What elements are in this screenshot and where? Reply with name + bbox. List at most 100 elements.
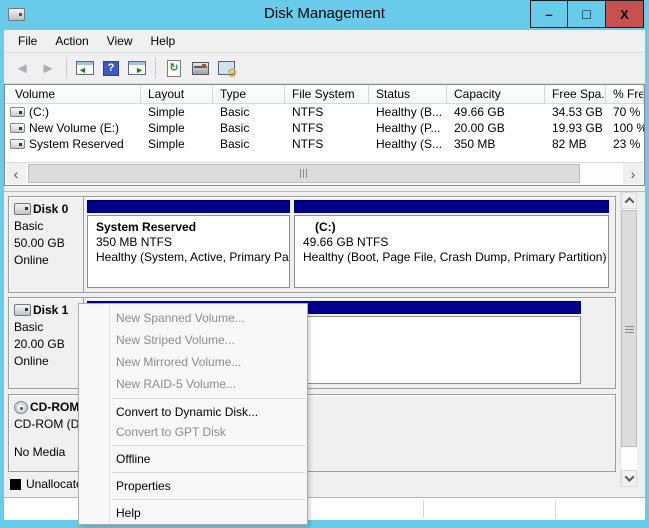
- close-button[interactable]: X: [606, 0, 644, 28]
- partition-body[interactable]: System Reserved 350 MB NTFS Healthy (Sys…: [87, 215, 290, 288]
- help-button[interactable]: ?: [99, 56, 123, 80]
- forward-button[interactable]: ►: [36, 56, 60, 80]
- partition-health: Healthy (Boot, Page File, Crash Dump, Pr…: [303, 250, 608, 265]
- volume-name: (C:): [29, 105, 49, 119]
- menu-file[interactable]: File: [9, 32, 46, 50]
- menu-separator: [112, 445, 305, 446]
- volume-icon: [10, 107, 25, 117]
- scroll-right-arrow[interactable]: ›: [623, 163, 643, 184]
- menu-view[interactable]: View: [98, 32, 142, 50]
- volume-icon: [10, 123, 25, 133]
- toolbar-separator: [66, 58, 67, 78]
- horizontal-scrollbar[interactable]: ‹ ›: [6, 162, 643, 184]
- back-button[interactable]: ◄: [10, 56, 34, 80]
- primary-partition-bar: [294, 200, 609, 213]
- volume-row-new-volume-e[interactable]: New Volume (E:) Simple Basic NTFS Health…: [5, 120, 644, 136]
- maximize-button[interactable]: □: [568, 0, 606, 28]
- disk-management-window: Disk Management – □ X File Action View H…: [0, 0, 649, 528]
- scroll-up-arrow[interactable]: [621, 192, 637, 209]
- refresh-button[interactable]: ↻: [162, 56, 186, 80]
- column-header-percent-free[interactable]: % Fre: [606, 85, 644, 103]
- partition-system-reserved[interactable]: System Reserved 350 MB NTFS Healthy (Sys…: [87, 200, 290, 289]
- volume-name: System Reserved: [29, 137, 124, 151]
- disk0-graph: System Reserved 350 MB NTFS Healthy (Sys…: [84, 197, 615, 292]
- partition-size: 49.66 GB NTFS: [303, 235, 608, 250]
- show-action-pane-button[interactable]: ►: [125, 56, 149, 80]
- partition-name: System Reserved: [96, 220, 289, 235]
- column-header-volume[interactable]: Volume: [5, 85, 141, 103]
- disk0-row[interactable]: Disk 0 Basic 50.00 GB Online System Rese…: [8, 196, 616, 293]
- volume-file-system: NTFS: [285, 137, 369, 151]
- column-header-status[interactable]: Status: [369, 85, 447, 103]
- column-header-file-system[interactable]: File System: [285, 85, 369, 103]
- volume-capacity: 350 MB: [447, 137, 545, 151]
- menu-item-properties[interactable]: Properties: [79, 476, 307, 496]
- volume-type: Basic: [213, 105, 285, 119]
- column-header-free-space[interactable]: Free Spa...: [545, 85, 606, 103]
- partition-c[interactable]: (C:) 49.66 GB NTFS Healthy (Boot, Page F…: [294, 200, 609, 289]
- volume-capacity: 20.00 GB: [447, 121, 545, 135]
- scrollbar-thumb[interactable]: [621, 210, 637, 447]
- gear-icon: ⚙: [227, 67, 238, 79]
- vertical-scrollbar[interactable]: [620, 192, 637, 487]
- menu-item-convert-to-dynamic-disk[interactable]: Convert to Dynamic Disk...: [79, 402, 307, 422]
- volume-row-c[interactable]: (C:) Simple Basic NTFS Healthy (B... 49.…: [5, 104, 644, 120]
- scroll-left-arrow[interactable]: ‹: [6, 163, 26, 184]
- minimize-button[interactable]: –: [530, 0, 568, 28]
- volume-name: New Volume (E:): [29, 121, 119, 135]
- console-tree-icon: ◄: [76, 61, 94, 75]
- cdrom-icon: [14, 401, 28, 414]
- unallocated-swatch: [10, 479, 21, 490]
- menu-item-new-spanned-volume: New Spanned Volume...: [79, 307, 307, 329]
- toolbar-separator: [155, 58, 156, 78]
- rescan-disks-button[interactable]: [188, 56, 212, 80]
- volume-percent-free: 100 %: [606, 121, 644, 135]
- menu-item-offline[interactable]: Offline: [79, 449, 307, 469]
- volume-status: Healthy (S...: [369, 137, 447, 151]
- partition-health: Healthy (System, Active, Primary Partiti…: [96, 250, 289, 265]
- help-icon: ?: [103, 61, 119, 76]
- forward-icon: ►: [41, 61, 56, 76]
- menu-action[interactable]: Action: [46, 32, 97, 50]
- menu-item-help[interactable]: Help: [79, 503, 307, 523]
- create-vhd-button[interactable]: ⚙: [214, 56, 238, 80]
- titlebar[interactable]: Disk Management – □ X: [0, 0, 649, 30]
- volume-status: Healthy (P...: [369, 121, 447, 135]
- scrollbar-track[interactable]: [26, 163, 623, 184]
- scroll-down-arrow[interactable]: [621, 470, 637, 487]
- volume-file-system: NTFS: [285, 105, 369, 119]
- menu-help[interactable]: Help: [142, 32, 185, 50]
- menu-item-new-striped-volume: New Striped Volume...: [79, 329, 307, 351]
- disk-icon: [14, 304, 31, 316]
- show-console-tree-button[interactable]: ◄: [73, 56, 97, 80]
- disk-status: Online: [14, 354, 83, 368]
- menu-separator: [112, 398, 305, 399]
- column-header-type[interactable]: Type: [213, 85, 285, 103]
- partition-size: 350 MB NTFS: [96, 235, 289, 250]
- volume-type: Basic: [213, 137, 285, 151]
- maximize-icon: □: [582, 9, 590, 19]
- disk-kind: Basic: [14, 219, 83, 233]
- refresh-icon: ↻: [167, 60, 181, 77]
- volume-layout: Simple: [141, 121, 213, 135]
- column-header-layout[interactable]: Layout: [141, 85, 213, 103]
- cdrom-device: CD-ROM (D:): [14, 417, 83, 431]
- volume-layout: Simple: [141, 137, 213, 151]
- disk-status: Online: [14, 253, 83, 267]
- volume-layout: Simple: [141, 105, 213, 119]
- gear-window-icon: ⚙: [218, 61, 235, 75]
- disk0-label[interactable]: Disk 0 Basic 50.00 GB Online: [9, 197, 84, 292]
- scrollbar-thumb[interactable]: [28, 164, 580, 183]
- menu-separator: [112, 472, 305, 473]
- partition-body[interactable]: (C:) 49.66 GB NTFS Healthy (Boot, Page F…: [294, 215, 609, 288]
- volume-row-system-reserved[interactable]: System Reserved Simple Basic NTFS Health…: [5, 136, 644, 152]
- cdrom-label[interactable]: CD-ROM 0 CD-ROM (D:) No Media: [9, 395, 84, 471]
- toolbar: ◄ ► ◄ ? ► ↻ ⚙: [4, 52, 645, 84]
- volume-file-system: NTFS: [285, 121, 369, 135]
- disk-size: 50.00 GB: [14, 236, 83, 250]
- disk-size: 20.00 GB: [14, 337, 83, 351]
- partition-name: (C:): [303, 220, 608, 235]
- disk1-label[interactable]: Disk 1 Basic 20.00 GB Online: [9, 298, 84, 388]
- scrollbar-grip: [300, 169, 309, 178]
- column-header-capacity[interactable]: Capacity: [447, 85, 545, 103]
